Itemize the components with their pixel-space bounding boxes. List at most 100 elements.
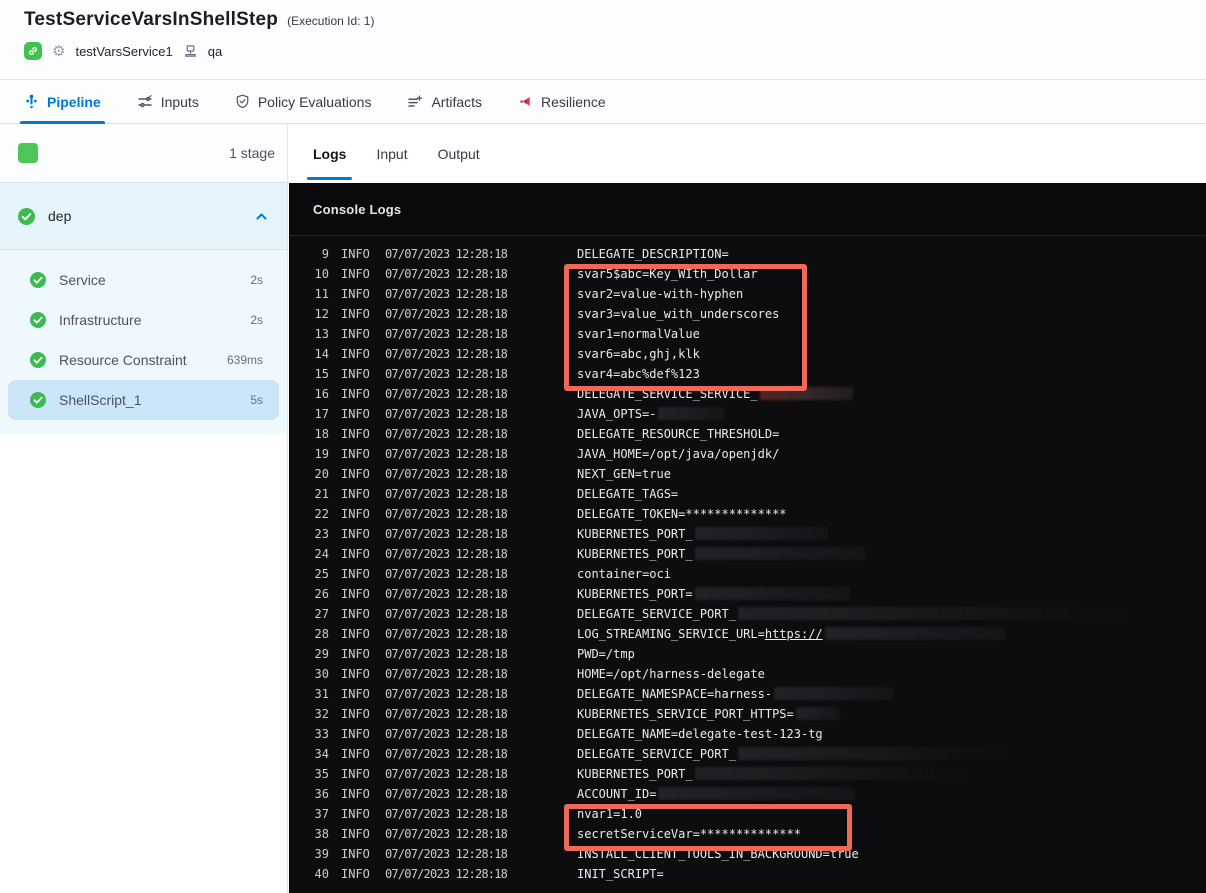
step-duration: 2s <box>250 313 263 327</box>
success-check-icon <box>30 272 46 288</box>
log-line: 30 INFO 07/07/2023 12:28:18 HOME=/opt/harne… <box>314 667 765 681</box>
log-line: 31 INFO 07/07/2023 12:28:18 DELEGATE_NAMESP… <box>289 687 1206 707</box>
stage-name: dep <box>48 208 72 224</box>
step-row-service[interactable]: Service 2s <box>8 260 279 300</box>
pipeline-icon <box>24 94 39 109</box>
log-line: 19 INFO 07/07/2023 12:28:18 JAVA_HOME=/opt/… <box>314 447 780 461</box>
log-line: 9 INFO 07/07/2023 12:28:18 DELEGATE_DESCRIP… <box>321 247 729 261</box>
log-line: 27 INFO 07/07/2023 12:28:18 DELEGATE_SERVIC… <box>289 607 1206 627</box>
redacted-value <box>694 767 990 780</box>
redacted-value <box>795 707 840 720</box>
step-name: Service <box>59 272 106 288</box>
log-line: 32 INFO 07/07/2023 12:28:18 KUBERNETES_SERV… <box>289 707 1206 727</box>
tab-policy-evaluations-label: Policy Evaluations <box>257 93 372 110</box>
inputs-icon <box>137 94 153 110</box>
environment-icon <box>183 44 198 59</box>
tab-artifacts[interactable]: Artifacts <box>407 80 482 123</box>
step-duration: 2s <box>250 273 263 287</box>
redacted-value <box>694 547 865 560</box>
log-line: 33 INFO 07/07/2023 12:28:18 DELEGATE_NAME=d… <box>314 727 823 741</box>
log-line: 34 INFO 07/07/2023 12:28:18 DELEGATE_SERVIC… <box>289 747 1206 767</box>
tab-resilience-label: Resilience <box>541 93 606 110</box>
log-line: 40 INFO 07/07/2023 12:28:18 INIT_SCRIPT= <box>314 867 664 881</box>
step-name: Infrastructure <box>59 312 142 328</box>
resilience-icon <box>518 94 533 109</box>
step-row-shellscript-1[interactable]: ShellScript_1 5s <box>8 380 279 420</box>
redacted-value <box>759 387 853 400</box>
log-tab-bar: Logs Input Output <box>289 124 1206 183</box>
main-tab-bar: Pipeline Inputs Policy Evaluations Artif… <box>0 80 1206 124</box>
log-line: 38 INFO 07/07/2023 12:28:18 secretServiceVa… <box>314 827 801 841</box>
stage-count-label: 1 stage <box>229 145 275 161</box>
stage-row-dep[interactable]: dep <box>0 183 287 250</box>
log-line: 13 INFO 07/07/2023 12:28:18 svar1=normalVal… <box>314 327 700 341</box>
stage-summary-row: 1 stage <box>0 124 287 183</box>
console-log-list: 9 INFO 07/07/2023 12:28:18 DELEGATE_DESCRIP… <box>289 236 1206 887</box>
success-check-icon <box>18 207 35 225</box>
chevron-up-icon[interactable] <box>255 210 267 222</box>
log-line: 15 INFO 07/07/2023 12:28:18 svar4=abc%def%1… <box>314 367 700 381</box>
redacted-value <box>658 787 856 800</box>
log-line: 12 INFO 07/07/2023 12:28:18 svar3=value_wit… <box>314 307 780 321</box>
service-link-icon <box>24 42 42 60</box>
step-row-infrastructure[interactable]: Infrastructure 2s <box>8 300 279 340</box>
redacted-value <box>774 687 894 700</box>
success-check-icon <box>30 392 46 408</box>
log-line: 21 INFO 07/07/2023 12:28:18 DELEGATE_TAGS= <box>314 487 679 501</box>
tab-resilience[interactable]: Resilience <box>518 80 606 123</box>
step-duration: 5s <box>250 393 263 407</box>
log-line: 26 INFO 07/07/2023 12:28:18 KUBERNETES_PORT… <box>289 587 1206 607</box>
log-line: 10 INFO 07/07/2023 12:28:18 svar5$abc=Key_W… <box>314 267 758 281</box>
tab-input[interactable]: Input <box>376 124 407 183</box>
log-line: 24 INFO 07/07/2023 12:28:18 KUBERNETES_PORT… <box>289 547 1206 567</box>
tab-logs[interactable]: Logs <box>306 124 353 183</box>
tab-pipeline[interactable]: Pipeline <box>20 80 105 124</box>
log-line: 18 INFO 07/07/2023 12:28:18 DELEGATE_RESOUR… <box>314 427 780 441</box>
tab-output[interactable]: Output <box>438 124 480 183</box>
step-duration: 639ms <box>226 353 263 367</box>
tab-inputs-label: Inputs <box>160 93 199 110</box>
environment-name: qa <box>207 43 223 59</box>
console-body[interactable]: 9 INFO 07/07/2023 12:28:18 DELEGATE_DESCRIP… <box>289 236 1206 893</box>
app-header: TestServiceVarsInShellStep (Execution Id… <box>0 0 1206 80</box>
log-line: 14 INFO 07/07/2023 12:28:18 svar6=abc,ghj,k… <box>314 347 700 361</box>
redacted-value <box>737 607 1156 620</box>
log-line: 16 INFO 07/07/2023 12:28:18 DELEGATE_SERVIC… <box>289 387 1206 407</box>
tab-pipeline-label: Pipeline <box>47 93 101 110</box>
execution-meta-row: ⚙ testVarsService1 qa <box>24 40 222 62</box>
redacted-value <box>658 407 726 420</box>
tab-inputs[interactable]: Inputs <box>137 80 199 123</box>
success-check-icon <box>30 352 46 368</box>
log-line: 11 INFO 07/07/2023 12:28:18 svar2=value-wit… <box>314 287 744 301</box>
tab-policy-evaluations[interactable]: Policy Evaluations <box>235 80 372 123</box>
log-line: 17 INFO 07/07/2023 12:28:18 JAVA_OPTS=- <box>289 407 1206 427</box>
log-line: 28 INFO 07/07/2023 12:28:18 LOG_STREAMING_S… <box>289 627 1206 647</box>
artifacts-icon <box>407 94 423 110</box>
redacted-value <box>737 747 1028 760</box>
console-title: Console Logs <box>313 201 402 217</box>
log-line: 23 INFO 07/07/2023 12:28:18 KUBERNETES_PORT… <box>289 527 1206 547</box>
title-row: TestServiceVarsInShellStep (Execution Id… <box>24 9 374 31</box>
log-url-link[interactable]: https:// <box>765 627 823 641</box>
execution-sidebar: 1 stage dep Service 2s Infrastructure 2s… <box>0 124 288 893</box>
step-name: Resource Constraint <box>59 352 187 368</box>
log-line: 22 INFO 07/07/2023 12:28:18 DELEGATE_TOKEN=… <box>314 507 787 521</box>
log-line: 36 INFO 07/07/2023 12:28:18 ACCOUNT_ID= <box>289 787 1206 807</box>
success-check-icon <box>30 312 46 328</box>
log-line: 29 INFO 07/07/2023 12:28:18 PWD=/tmp <box>314 647 635 661</box>
page-title: TestServiceVarsInShellStep <box>24 9 279 30</box>
gear-icon: ⚙ <box>52 42 66 60</box>
redacted-value <box>824 627 1005 640</box>
log-line: 37 INFO 07/07/2023 12:28:18 nvar1=1.0 <box>314 807 643 821</box>
log-line: 25 INFO 07/07/2023 12:28:18 container=oci <box>314 567 671 581</box>
log-line: 20 INFO 07/07/2023 12:28:18 NEXT_GEN=true <box>314 467 671 481</box>
step-row-resource-constraint[interactable]: Resource Constraint 639ms <box>8 340 279 380</box>
log-line: 35 INFO 07/07/2023 12:28:18 KUBERNETES_PORT… <box>289 767 1206 787</box>
execution-id-label: (Execution Id: 1) <box>287 14 375 28</box>
tab-artifacts-label: Artifacts <box>431 93 483 110</box>
redacted-value <box>694 527 828 540</box>
step-list: Service 2s Infrastructure 2s Resource Co… <box>0 250 287 434</box>
step-name: ShellScript_1 <box>59 392 142 408</box>
console-header: Console Logs <box>289 183 1206 236</box>
redacted-value <box>694 587 850 600</box>
